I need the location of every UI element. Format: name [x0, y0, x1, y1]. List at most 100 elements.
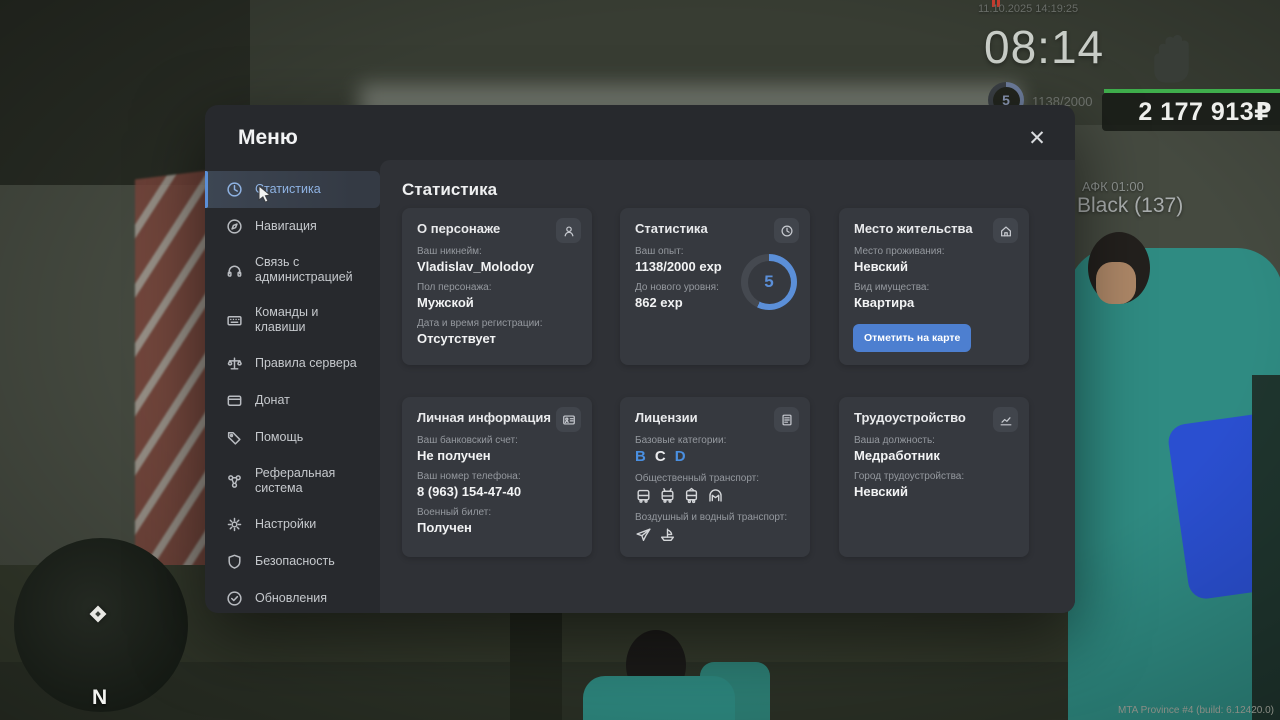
- card-residence: Место жительства Место проживания: Невск…: [839, 208, 1029, 365]
- field-label: Ваша должность:: [854, 435, 1014, 446]
- field: Ваш номер телефона: 8 (963) 154-47-40: [417, 471, 577, 499]
- card-statistics: Статистика Ваш опыт: 1138/2000 exp До но…: [620, 208, 810, 365]
- scene-character-right-face: [1096, 262, 1136, 304]
- menu-title: Меню: [238, 126, 298, 150]
- person-icon: [556, 218, 581, 243]
- card-title: Трудоустройство: [854, 410, 1014, 425]
- field-label: Базовые категории:: [635, 435, 795, 446]
- category-d: D: [675, 448, 686, 465]
- sidebar-item-label: Обновления: [255, 591, 327, 606]
- money-panel: 2 177 913₽: [1102, 93, 1280, 131]
- scene-character-small: [700, 662, 770, 720]
- field-value: Не получен: [417, 448, 577, 463]
- card-licenses: Лицензии Базовые категории: B C D Общест…: [620, 397, 810, 557]
- hud-datetime: 11.10.2025 14:19:25: [978, 3, 1078, 15]
- field-value: Мужской: [417, 295, 577, 310]
- level-progress-ring: 5: [741, 254, 797, 310]
- card-icon: [226, 392, 243, 409]
- compass-north-label: N: [92, 686, 107, 710]
- field: Вид имущества: Квартира: [854, 282, 1014, 310]
- fist-icon: [1150, 28, 1202, 84]
- card-personal-info: Личная информация Ваш банковский счет: Н…: [402, 397, 592, 557]
- field-value: Получен: [417, 520, 577, 535]
- close-icon[interactable]: ✕: [1025, 127, 1049, 151]
- sidebar-item-commands-keys[interactable]: Команды и клавиши: [205, 295, 380, 345]
- field: Военный билет: Получен: [417, 507, 577, 535]
- field-label: Вид имущества:: [854, 282, 1014, 293]
- sidebar-item-label: Навигация: [255, 219, 317, 234]
- field-label: Ваш банковский счет:: [417, 435, 577, 446]
- sidebar-item-label: Правила сервера: [255, 356, 357, 371]
- sidebar-item-donate[interactable]: Донат: [205, 382, 380, 419]
- metro-icon: [707, 487, 724, 504]
- sidebar-item-navigation[interactable]: Навигация: [205, 208, 380, 245]
- sidebar-item-label: Помощь: [255, 430, 303, 445]
- scales-icon: [226, 355, 243, 372]
- field: Ваш банковский счет: Не получен: [417, 435, 577, 463]
- category-b: B: [635, 448, 646, 465]
- mark-on-map-button[interactable]: Отметить на карте: [853, 324, 971, 352]
- gear-icon: [226, 516, 243, 533]
- plane-icon: [635, 526, 652, 543]
- page-title: Статистика: [402, 180, 497, 200]
- content-panel: Статистика О персонаже Ваш никнейм: Vlad…: [380, 160, 1075, 613]
- headphones-icon: [226, 262, 243, 279]
- bus-icon: [635, 487, 652, 504]
- field-value: Квартира: [854, 295, 1014, 310]
- card-title: О персонаже: [417, 221, 577, 236]
- card-title: Личная информация: [417, 410, 577, 425]
- field: Ваш никнейм: Vladislav_Molodoy: [417, 246, 577, 274]
- mouse-cursor-icon: [258, 185, 272, 203]
- field-value: Отсутствует: [417, 331, 577, 346]
- sidebar-item-server-rules[interactable]: Правила сервера: [205, 345, 380, 382]
- field: До нового уровня: 862 exp: [635, 282, 740, 310]
- field-value: 8 (963) 154-47-40: [417, 484, 577, 499]
- field-value: Невский: [854, 484, 1014, 499]
- sidebar-item-label: Связь с администрацией: [255, 255, 370, 285]
- card-about-character: О персонаже Ваш никнейм: Vladislav_Molod…: [402, 208, 592, 365]
- field-label: Ваш номер телефона:: [417, 471, 577, 482]
- field-label: Ваш опыт:: [635, 246, 740, 257]
- sidebar-item-updates[interactable]: Обновления: [205, 580, 380, 617]
- field-label: Город трудоустройства:: [854, 471, 1014, 482]
- id-card-icon: [556, 407, 581, 432]
- scene-character-legs: [510, 610, 562, 720]
- sidebar-item-label: Реферальная система: [255, 466, 370, 496]
- field-value: 862 exp: [635, 295, 740, 310]
- sidebar-item-label: Команды и клавиши: [255, 305, 370, 335]
- sidebar-item-help[interactable]: Помощь: [205, 419, 380, 456]
- afk-status: АФК 01:00: [1082, 179, 1144, 194]
- main-menu-window: Меню ✕ Статистика Навигация Связь с адми…: [205, 105, 1075, 613]
- tram-icon: [683, 487, 700, 504]
- home-icon: [993, 218, 1018, 243]
- field: Ваш опыт: 1138/2000 exp: [635, 246, 740, 274]
- chart-line-icon: [993, 407, 1018, 432]
- air-water-transport-icons: [635, 526, 795, 543]
- sidebar-item-admin-contact[interactable]: Связь с администрацией: [205, 245, 380, 295]
- card-employment: Трудоустройство Ваша должность: Медработ…: [839, 397, 1029, 557]
- field-value: Медработник: [854, 448, 1014, 463]
- compass-icon: [226, 218, 243, 235]
- hud-clock: 08:14: [984, 20, 1104, 74]
- card-title: Место жительства: [854, 221, 1014, 236]
- sidebar-item-referral[interactable]: Реферальная система: [205, 456, 380, 506]
- card-title: Статистика: [635, 221, 795, 236]
- field-value: Vladislav_Molodoy: [417, 259, 577, 274]
- sidebar-item-security[interactable]: Безопасность: [205, 543, 380, 580]
- field-label: Общественный транспорт:: [635, 473, 795, 484]
- level-number: 5: [748, 261, 791, 304]
- money-amount: 2 177 913₽: [1138, 97, 1272, 127]
- sidebar-item-label: Донат: [255, 393, 290, 408]
- document-icon: [774, 407, 799, 432]
- sidebar-item-label: Безопасность: [255, 554, 335, 569]
- sidebar-item-statistics[interactable]: Статистика: [205, 171, 380, 208]
- tag-icon: [226, 429, 243, 446]
- field-value: 1138/2000 exp: [635, 259, 740, 274]
- field-label: Место проживания:: [854, 246, 1014, 257]
- trolleybus-icon: [659, 487, 676, 504]
- server-build-label: MTA Province #4 (build: 6.12420.0): [1118, 705, 1274, 716]
- field: Город трудоустройства: Невский: [854, 471, 1014, 499]
- field-label: Дата и время регистрации:: [417, 318, 577, 329]
- card-title: Лицензии: [635, 410, 795, 425]
- sidebar-item-settings[interactable]: Настройки: [205, 506, 380, 543]
